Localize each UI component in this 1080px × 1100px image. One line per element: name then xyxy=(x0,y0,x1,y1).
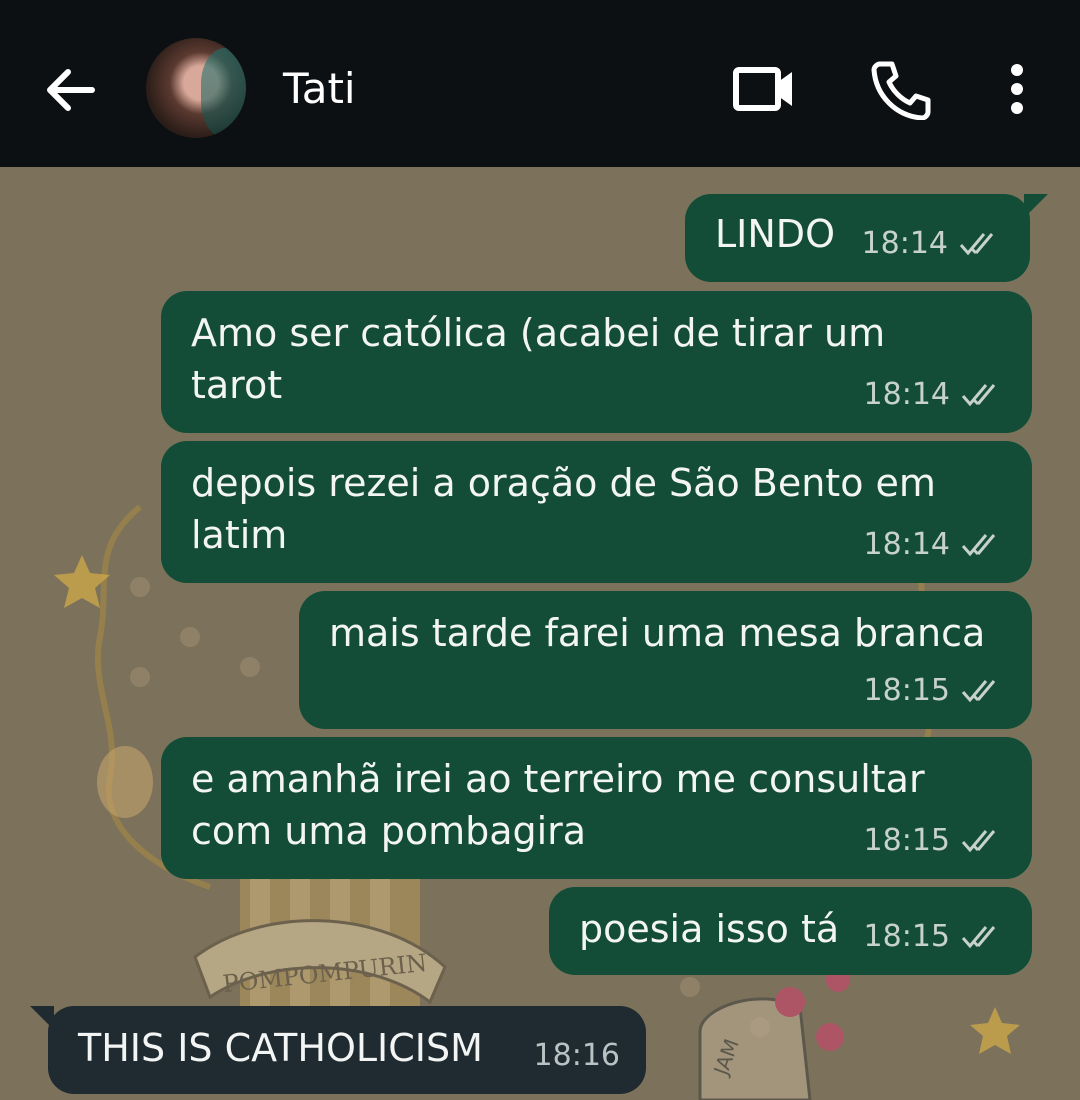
phone-icon[interactable] xyxy=(866,58,936,120)
message-bubble[interactable]: Amo ser católica (acabei de tirar um tar… xyxy=(161,291,1032,433)
message-meta: 18:15 xyxy=(864,911,1006,963)
message-bubble[interactable]: mais tarde farei uma mesa branca 18:15 xyxy=(299,591,1032,729)
chat-area[interactable]: POMPOMPURIN JAM LINDO 18:14 Amo ser cató… xyxy=(0,167,1080,1100)
double-check-icon xyxy=(961,830,996,853)
message-meta: 18:16 xyxy=(534,1030,620,1082)
message-bubble[interactable]: depois rezei a oração de São Bento em la… xyxy=(161,441,1032,583)
double-check-icon xyxy=(961,384,996,407)
message-time: 18:15 xyxy=(863,919,950,954)
message-time: 18:15 xyxy=(863,673,950,708)
message-time: 18:16 xyxy=(533,1038,620,1073)
message-time: 18:14 xyxy=(863,527,950,562)
message-bubble[interactable]: poesia isso tá 18:15 xyxy=(549,887,1032,975)
back-arrow-icon[interactable] xyxy=(40,60,100,120)
message-meta: 18:15 xyxy=(864,665,1006,717)
contact-name[interactable]: Tati xyxy=(283,64,356,113)
message-bubble[interactable]: LINDO 18:14 xyxy=(685,194,1048,282)
double-check-icon xyxy=(961,926,996,949)
video-call-icon[interactable] xyxy=(730,58,800,120)
chat-header: Tati xyxy=(0,0,1080,167)
message-bubble[interactable]: e amanhã irei ao terreiro me consultar c… xyxy=(161,737,1032,879)
double-check-icon xyxy=(961,534,996,557)
message-time: 18:14 xyxy=(861,226,948,261)
message-meta: 18:14 xyxy=(864,369,1006,421)
bubble-tail xyxy=(1024,194,1048,218)
message-time: 18:14 xyxy=(863,377,950,412)
message-meta: 18:14 xyxy=(862,218,1004,270)
bubble-tail xyxy=(30,1006,54,1030)
message-bubble[interactable]: THIS IS CATHOLICISM 18:16 xyxy=(30,1006,646,1094)
double-check-icon xyxy=(961,680,996,703)
message-meta: 18:15 xyxy=(864,815,1006,867)
more-vert-icon[interactable] xyxy=(992,58,1042,120)
message-text: mais tarde farei uma mesa branca xyxy=(329,611,986,655)
message-time: 18:15 xyxy=(863,823,950,858)
double-check-icon xyxy=(959,233,994,256)
message-meta: 18:14 xyxy=(864,519,1006,571)
avatar[interactable] xyxy=(146,38,246,138)
